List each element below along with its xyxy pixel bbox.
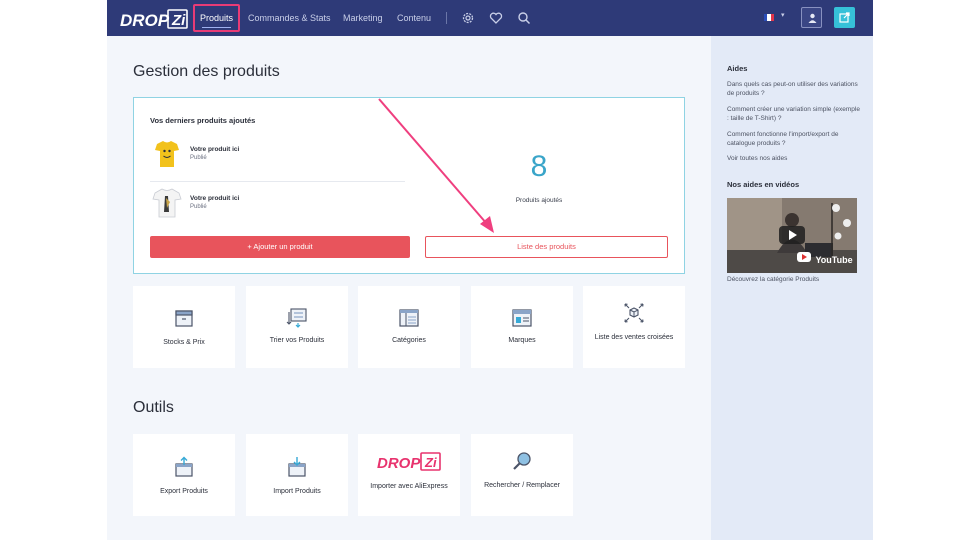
brands-icon <box>512 309 532 327</box>
help-video-thumbnail[interactable]: YouTube <box>727 198 857 273</box>
sort-icon <box>286 308 307 328</box>
youtube-play-icon <box>797 252 811 262</box>
flag-fr-icon[interactable] <box>764 14 774 21</box>
tile-label: Export Produits <box>160 488 208 495</box>
tile-stocks-prix[interactable]: Stocks & Prix <box>133 286 235 368</box>
tile-ventes-croisees[interactable]: Liste des ventes croisées <box>583 286 685 368</box>
tile-rechercher-remplacer[interactable]: Rechercher / Remplacer <box>471 434 573 516</box>
nav-tab-marketing[interactable]: Marketing <box>343 0 383 36</box>
help-link[interactable]: Comment fonctionne l'import/export de ca… <box>727 131 862 148</box>
nav-separator <box>446 12 447 24</box>
product-status: Publié <box>190 155 207 161</box>
youtube-label: YouTube <box>815 255 853 265</box>
nav-tab-produits-label: Produits <box>199 13 234 23</box>
tile-label: Rechercher / Remplacer <box>484 482 560 489</box>
products-count: 8 <box>530 150 548 183</box>
tile-importer-aliexpress[interactable]: DROP Zi Importer avec AliExpress <box>358 434 460 516</box>
user-button[interactable] <box>801 7 822 28</box>
svg-text:DROP: DROP <box>120 11 170 30</box>
recent-products-panel: Vos derniers produits ajoutés Votre prod… <box>133 97 685 274</box>
tile-trier-produits[interactable]: Trier vos Produits <box>246 286 348 368</box>
categories-icon <box>399 309 419 327</box>
tile-label: Stocks & Prix <box>163 339 205 346</box>
tile-label: Liste des ventes croisées <box>594 334 674 341</box>
external-link-button[interactable] <box>834 7 855 28</box>
add-product-button[interactable]: + Ajouter un produit <box>150 236 410 258</box>
nav-tab-commandes[interactable]: Commandes & Stats <box>248 0 331 36</box>
external-link-icon <box>839 12 850 23</box>
help-link[interactable]: Dans quels cas peut-on utiliser des vari… <box>727 81 862 98</box>
dropizi-logo: DROP Zi <box>377 452 441 472</box>
top-navbar: DROP Zi Produits Commandes & Stats Marke… <box>107 0 873 36</box>
white-tshirt-thumbnail[interactable] <box>152 186 182 220</box>
search-replace-icon <box>513 452 531 470</box>
search-icon[interactable] <box>517 11 531 25</box>
svg-text:DROP: DROP <box>377 455 421 472</box>
app-frame: DROP Zi Produits Commandes & Stats Marke… <box>107 0 873 540</box>
tile-label: Trier vos Produits <box>269 337 325 344</box>
dropizi-logo[interactable]: DROP Zi <box>119 8 189 30</box>
user-icon <box>808 13 817 23</box>
product-status: Publié <box>190 204 207 210</box>
export-icon <box>175 456 193 477</box>
svg-text:Zi: Zi <box>424 455 437 470</box>
tile-label: Importer avec AliExpress <box>370 483 448 490</box>
tile-categories[interactable]: Catégories <box>358 286 460 368</box>
product-name[interactable]: Votre produit ici <box>190 146 239 153</box>
tile-export-produits[interactable]: Export Produits <box>133 434 235 516</box>
videos-title: Nos aides en vidéos <box>727 180 800 189</box>
tools-title: Outils <box>133 399 174 416</box>
nav-tab-produits[interactable]: Produits <box>193 4 240 32</box>
product-name[interactable]: Votre produit ici <box>190 195 239 202</box>
import-icon <box>288 457 306 477</box>
products-count-label: Produits ajoutés <box>515 197 563 204</box>
cross-sell-icon <box>624 303 644 323</box>
tile-label: Import Produits <box>273 488 321 495</box>
nav-tab-contenu[interactable]: Contenu <box>397 0 431 36</box>
page-title: Gestion des produits <box>133 63 280 80</box>
recent-products-label: Vos derniers produits ajoutés <box>150 116 256 125</box>
products-divider <box>150 181 405 182</box>
gear-icon[interactable] <box>461 11 475 25</box>
youtube-badge: YouTube <box>797 250 853 265</box>
help-sidebar: Aides Dans quels cas peut-on utiliser de… <box>711 36 873 540</box>
yellow-tshirt-thumbnail[interactable] <box>154 138 180 170</box>
box-icon <box>175 310 193 327</box>
heart-icon[interactable] <box>489 11 503 25</box>
video-caption[interactable]: Découvrez la catégorie Produits <box>727 276 862 285</box>
tile-import-produits[interactable]: Import Produits <box>246 434 348 516</box>
chevron-down-icon[interactable]: ▾ <box>781 11 785 19</box>
help-title: Aides <box>727 64 748 73</box>
tile-marques[interactable]: Marques <box>471 286 573 368</box>
help-link-all[interactable]: Voir toutes nos aides <box>727 155 862 164</box>
tile-label: Marques <box>508 337 536 344</box>
active-underline <box>202 27 231 28</box>
svg-text:Zi: Zi <box>171 12 186 29</box>
tile-label: Catégories <box>392 337 426 344</box>
product-list-button[interactable]: Liste des produits <box>425 236 668 258</box>
help-link[interactable]: Comment créer une variation simple (exem… <box>727 106 862 123</box>
